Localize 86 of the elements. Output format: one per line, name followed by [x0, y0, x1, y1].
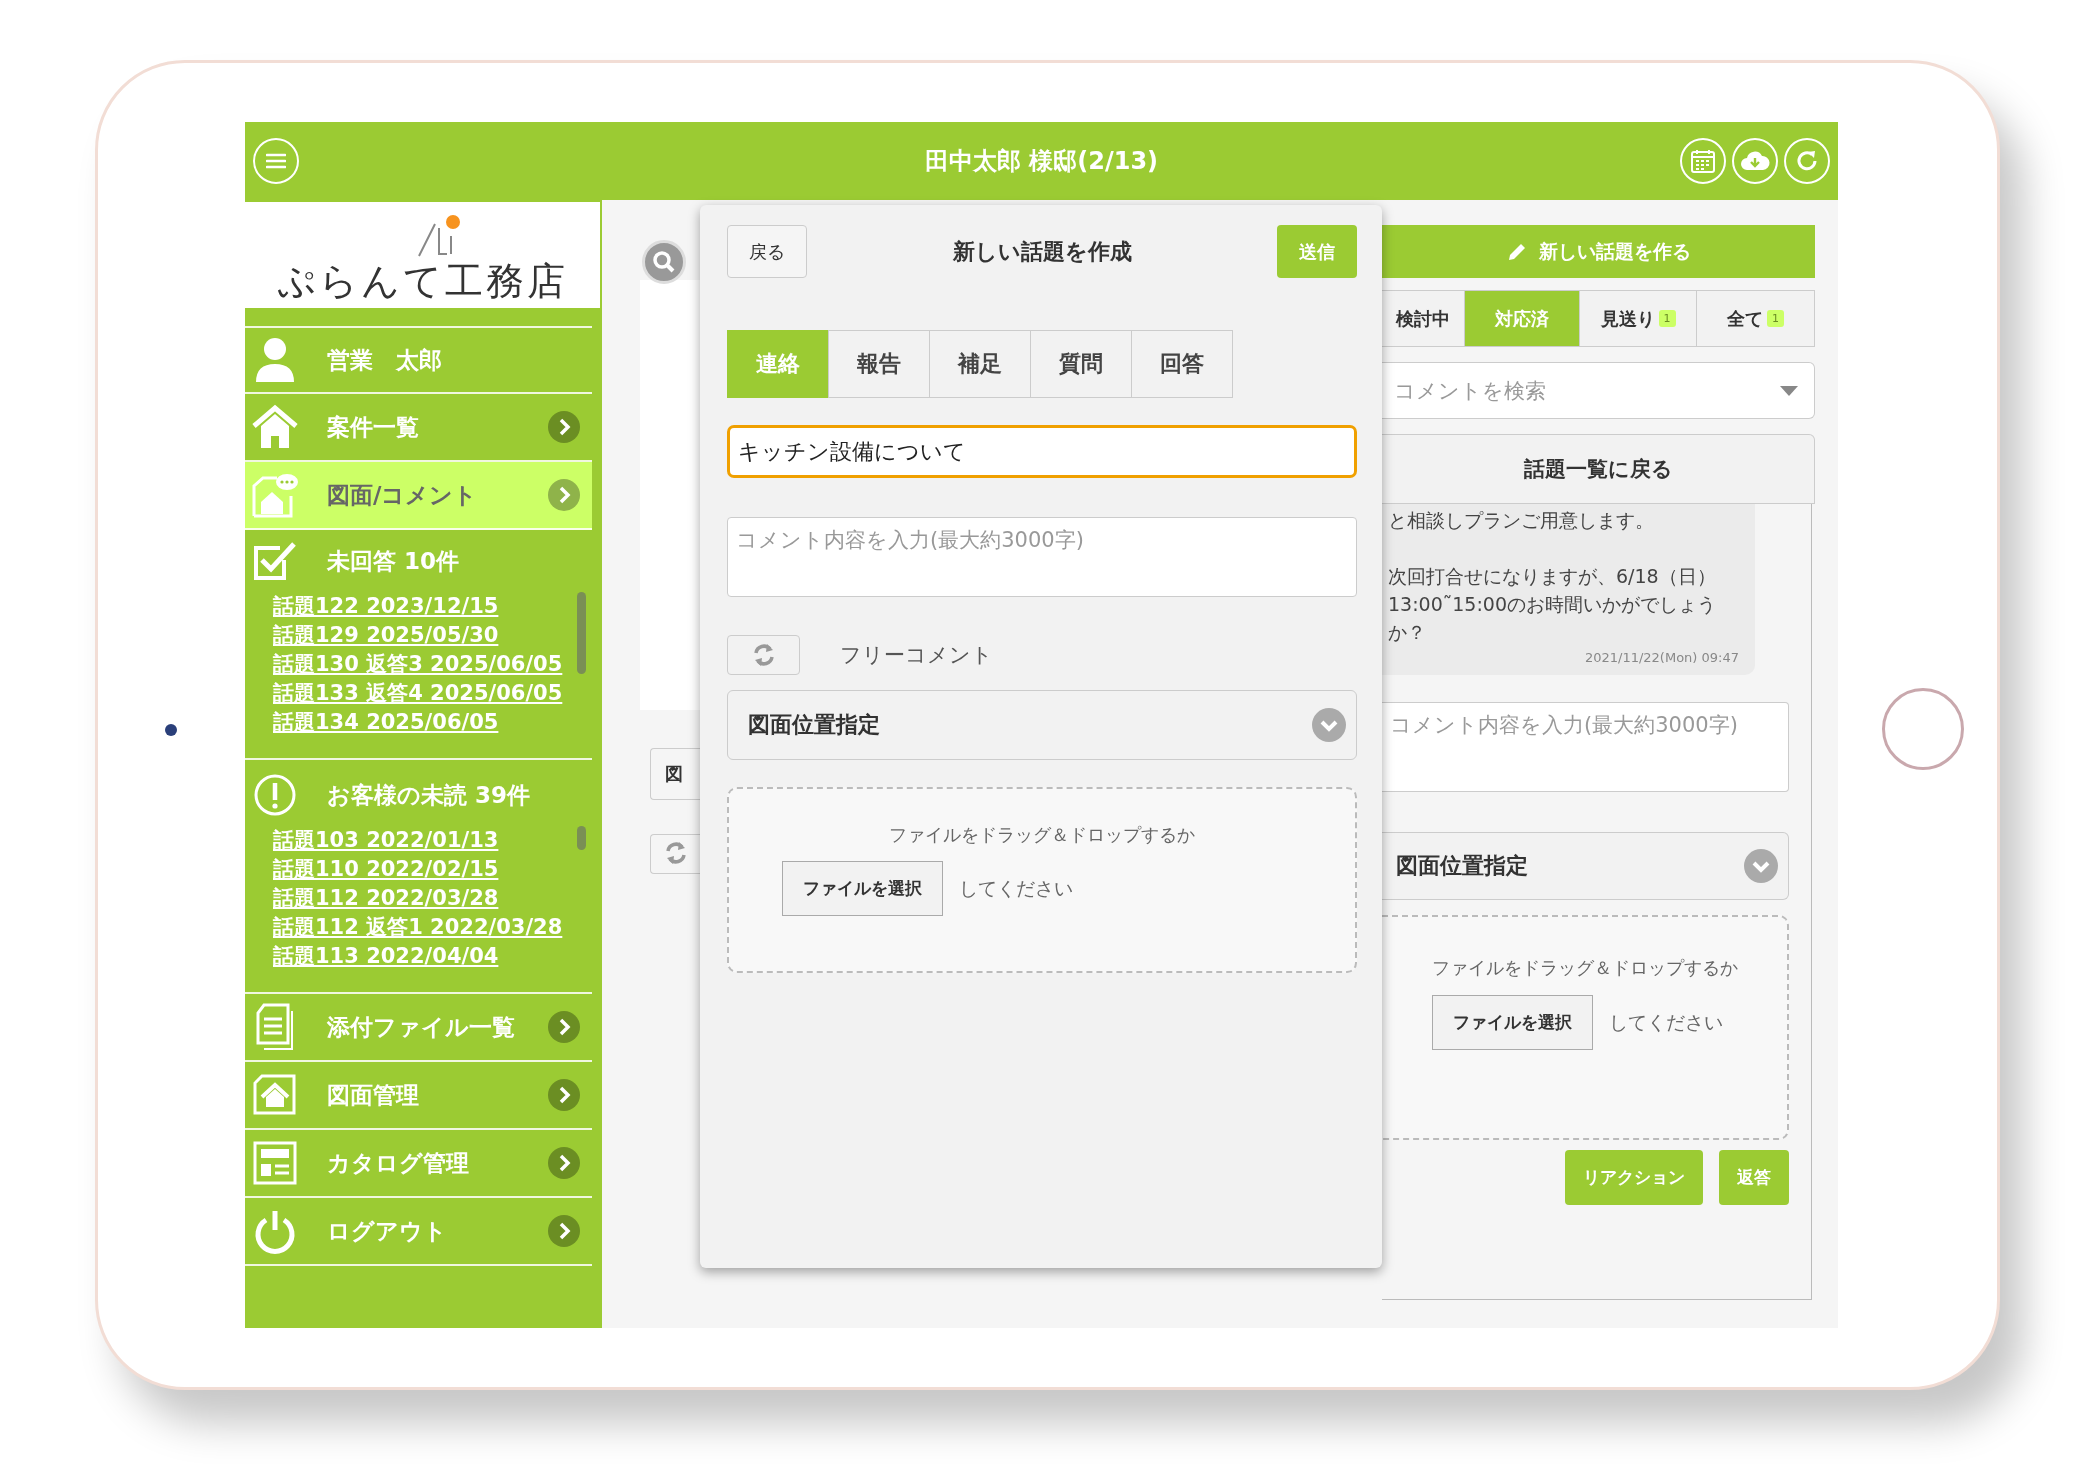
chevron-icon	[548, 1215, 580, 1247]
category-tab[interactable]: 報告	[828, 330, 930, 398]
swap-icon	[665, 839, 687, 866]
section-title: 未回答 10件	[327, 546, 459, 576]
swap-button[interactable]	[727, 635, 800, 675]
dropdown-caret-icon	[1780, 385, 1798, 396]
nav-item[interactable]: 図面管理	[245, 1062, 592, 1130]
category-tab[interactable]: 質問	[1030, 330, 1132, 398]
drawing-button[interactable]: 図	[650, 748, 700, 800]
cloud-download-button[interactable]	[1732, 138, 1778, 184]
dropzone-hint: ファイルをドラッグ＆ドロップするか	[889, 823, 1195, 847]
action-button[interactable]: リアクション	[1565, 1150, 1703, 1205]
file-dropzone[interactable]: ファイルをドラッグ＆ドロップするか ファイルを選択 してください	[1382, 915, 1789, 1140]
window-title: 田中太郎 様邸(2/13)	[924, 146, 1159, 177]
topic-link[interactable]: 話題133 返答4 2025/06/05	[273, 679, 563, 708]
pencil-icon	[1506, 241, 1527, 262]
nav-item[interactable]: カタログ管理	[245, 1130, 592, 1198]
swap-icon	[752, 642, 775, 668]
comment-field[interactable]: コメント内容を入力(最大約3000字)	[727, 517, 1357, 597]
refresh-button[interactable]	[1784, 138, 1830, 184]
home-button[interactable]	[1882, 688, 1964, 770]
user-name: 営業 太郎	[327, 345, 442, 375]
topic-link[interactable]: 話題112 返答1 2022/03/28	[273, 913, 563, 942]
reply-field[interactable]: コメント内容を入力(最大約3000字)	[1382, 702, 1789, 792]
checkbox-icon	[251, 540, 299, 582]
status-tab[interactable]: 対応済	[1465, 291, 1580, 346]
company-logo: ぷらんて工務店	[277, 258, 568, 304]
house-frame-icon	[251, 1073, 299, 1117]
choose-file-button[interactable]: ファイルを選択	[782, 861, 943, 916]
chevron-icon	[548, 479, 580, 511]
menu-icon	[266, 153, 286, 169]
dialog-title: 新しい話題を作成	[952, 237, 1132, 266]
menu-button[interactable]	[253, 138, 299, 184]
swap-button[interactable]	[650, 834, 700, 874]
chevron-icon	[548, 1079, 580, 1111]
chevron-icon	[548, 1147, 580, 1179]
message-time: 2021/11/22(Mon) 09:47	[1584, 650, 1739, 665]
section-title: お客様の未読 39件	[327, 780, 530, 810]
free-comment-label: フリーコメント	[840, 642, 993, 669]
count-badge: 1	[1767, 310, 1784, 327]
message-text: と相談しプランご用意します。	[1388, 508, 1655, 533]
category-tab[interactable]: 補足	[929, 330, 1031, 398]
topic-link[interactable]: 話題113 2022/04/04	[273, 942, 499, 971]
camera-dot	[165, 724, 177, 736]
chevron-icon	[548, 1011, 580, 1043]
topic-link[interactable]: 話題130 返答3 2025/06/05	[273, 650, 563, 679]
send-button[interactable]: 送信	[1277, 225, 1357, 278]
position-dropdown[interactable]: 図面位置指定	[727, 690, 1357, 760]
nav-item[interactable]: ログアウト	[245, 1198, 592, 1266]
scrollbar-thumb[interactable]	[577, 592, 586, 674]
scrollbar-thumb[interactable]	[577, 826, 586, 850]
chevron-icon	[548, 411, 580, 443]
calendar-button[interactable]	[1680, 138, 1726, 184]
house-icon	[251, 404, 299, 450]
nav-item[interactable]: 添付ファイル一覧	[245, 994, 592, 1062]
topic-link[interactable]: 話題112 2022/03/28	[273, 884, 499, 913]
dropzone-hint: してください	[959, 875, 1073, 901]
count-badge: 1	[1658, 310, 1676, 327]
cloud-download-icon	[1740, 149, 1770, 173]
file-dropzone[interactable]: ファイルをドラッグ＆ドロップするか ファイルを選択 してください	[727, 787, 1357, 973]
topic-link[interactable]: 話題110 2022/02/15	[273, 855, 499, 884]
subject-field[interactable]: キッチン設備について	[727, 425, 1357, 478]
calendar-icon	[1690, 148, 1716, 174]
zoom-button[interactable]	[642, 240, 686, 284]
nav-item[interactable]: 図面/コメント	[245, 462, 592, 530]
chevron-down-icon	[1312, 708, 1346, 742]
house-comment-icon	[251, 472, 299, 518]
search-field[interactable]: コメントを検索	[1382, 362, 1815, 419]
topic-link[interactable]: 話題122 2023/12/15	[273, 592, 499, 621]
back-button[interactable]: 戻る	[727, 225, 807, 278]
topic-link[interactable]: 話題129 2025/05/30	[273, 621, 499, 650]
layout-icon	[251, 1140, 299, 1186]
category-tab[interactable]: 回答	[1131, 330, 1233, 398]
search-icon	[651, 249, 677, 275]
new-topic-button[interactable]: 新しい話題を作る	[1382, 225, 1815, 278]
message-text: 次回打合せになりますが、6/18（日）13:00˜15:00のお時間いかがでしょうか？	[1388, 564, 1717, 645]
category-tab[interactable]: 連絡	[727, 330, 829, 398]
back-to-list-button[interactable]: 話題一覧に戻る	[1382, 434, 1815, 504]
action-button[interactable]: 返答	[1719, 1150, 1789, 1205]
position-dropdown[interactable]: 図面位置指定	[1382, 832, 1789, 900]
chevron-down-icon	[1744, 849, 1778, 883]
topic-link[interactable]: 話題134 2025/06/05	[273, 708, 499, 737]
choose-file-button[interactable]: ファイルを選択	[1432, 995, 1593, 1050]
dropzone-hint: してください	[1609, 1009, 1723, 1035]
topic-link[interactable]: 話題103 2022/01/13	[273, 826, 499, 855]
dropzone-hint: ファイルをドラッグ＆ドロップするか	[1431, 956, 1738, 980]
